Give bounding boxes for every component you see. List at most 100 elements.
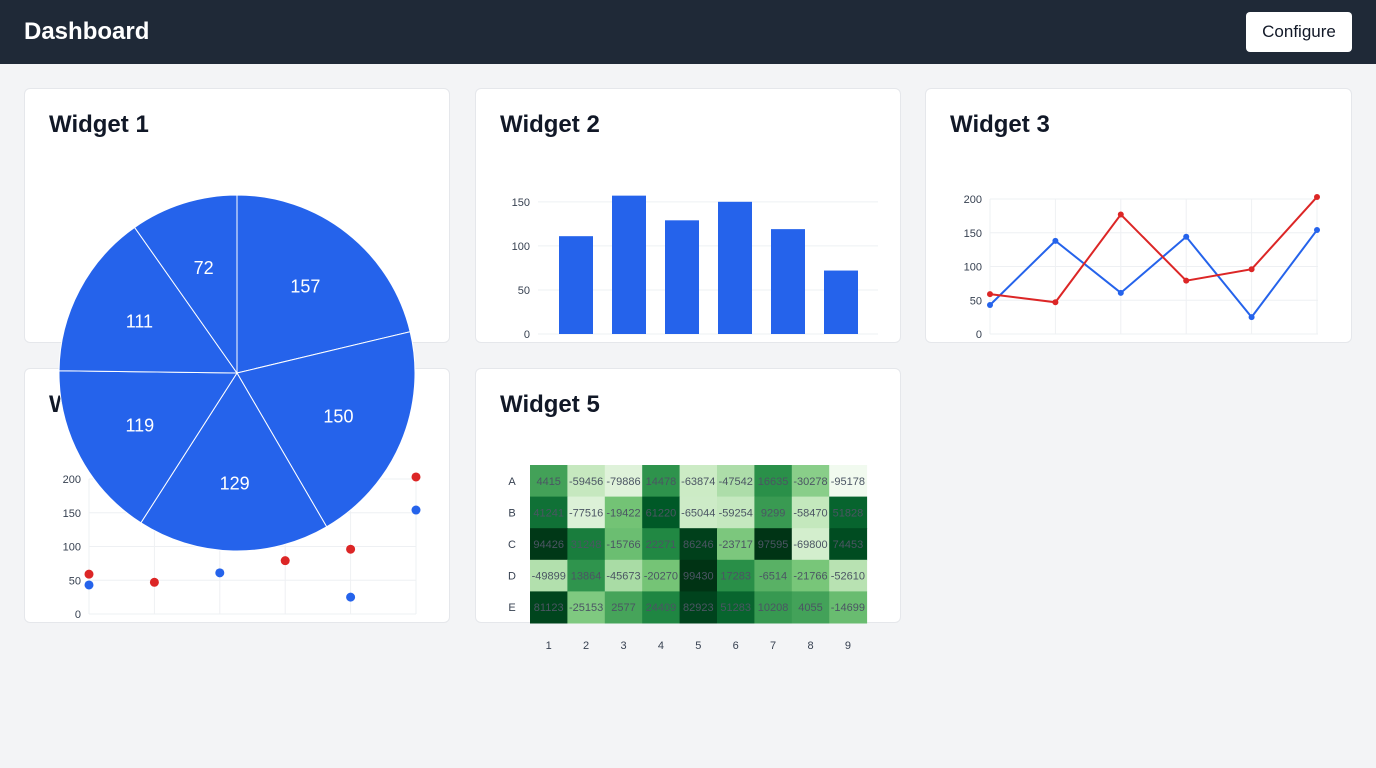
widget-card-4: Widget 4 050100150200JanFebMarAprMayJun — [24, 368, 450, 623]
cell-value: 61220 — [646, 507, 677, 519]
cell-value: 82923 — [683, 602, 714, 614]
y-tick-label: 200 — [964, 194, 982, 206]
y-tick-label: 0 — [524, 329, 530, 341]
cell-value: -14699 — [831, 602, 865, 614]
data-point — [1052, 237, 1059, 244]
cell-value: 51828 — [833, 507, 864, 519]
cell-value: 24409 — [646, 602, 677, 614]
cell-value: -95178 — [831, 476, 865, 488]
bar — [824, 270, 858, 334]
cell-value: 22271 — [646, 539, 677, 551]
data-point — [346, 592, 356, 602]
row-label: E — [508, 602, 515, 614]
col-label: 2 — [583, 640, 589, 652]
y-tick-label: 50 — [970, 295, 982, 307]
series-line — [989, 196, 1318, 304]
cell-value: 51283 — [720, 602, 751, 614]
cell-value: 81123 — [534, 602, 564, 614]
cell-value: -6514 — [759, 571, 787, 583]
data-point — [84, 569, 94, 579]
cell-value: -47542 — [719, 476, 753, 488]
cell-value: -65044 — [681, 507, 715, 519]
data-point — [987, 291, 993, 298]
data-point — [1248, 266, 1255, 273]
cell-value: -63874 — [681, 476, 715, 488]
row-label: A — [508, 476, 516, 488]
data-point — [84, 580, 94, 590]
cell-value: -52610 — [831, 571, 865, 583]
col-label: 9 — [845, 640, 851, 652]
cell-value: 4055 — [798, 602, 822, 614]
cell-value: -20270 — [644, 571, 678, 583]
configure-button[interactable]: Configure — [1246, 12, 1352, 52]
bar — [559, 236, 593, 334]
data-point — [280, 512, 290, 522]
cell-value: -19422 — [606, 507, 640, 519]
col-label: 5 — [695, 640, 701, 652]
cell-value: -25153 — [569, 602, 603, 614]
cell-value: -15766 — [606, 539, 640, 551]
widget-card-3: Widget 3 050100150200JanFebMarAprMayJun — [925, 88, 1352, 343]
cell-value: -21766 — [793, 571, 827, 583]
data-point — [149, 577, 159, 587]
widget-card-5: Widget 5 A 4415 -59456 -79886 14478 -63874 -47… — [475, 368, 901, 652]
data-point — [1314, 227, 1320, 234]
data-point — [1248, 314, 1255, 321]
cell-value: 4415 — [536, 476, 560, 488]
cell-value: -59456 — [569, 476, 603, 488]
cell-value: 14478 — [646, 476, 677, 488]
cell-value: -49899 — [532, 571, 566, 583]
data-point — [149, 516, 159, 526]
y-tick-label: 150 — [63, 508, 81, 520]
cell-value: 41241 — [533, 507, 564, 519]
col-label: 1 — [546, 640, 552, 652]
y-tick-label: 0 — [75, 609, 81, 621]
data-point — [215, 568, 225, 578]
y-tick-label: 100 — [964, 262, 982, 274]
data-point — [411, 472, 421, 482]
y-tick-label: 150 — [964, 228, 982, 240]
series-line — [989, 229, 1318, 319]
bar-chart: 050100150JanFebMarAprMayJun — [512, 195, 878, 341]
data-point — [411, 505, 421, 515]
data-point — [987, 301, 993, 308]
y-tick-label: 50 — [518, 285, 530, 297]
row-label: D — [508, 571, 516, 583]
cell-value: -58470 — [793, 507, 827, 519]
bar — [771, 229, 805, 334]
cell-value: -59254 — [719, 507, 753, 519]
data-point — [1117, 211, 1124, 218]
data-point — [215, 490, 225, 500]
cell-value: 13864 — [571, 571, 602, 583]
cell-value: 10208 — [758, 602, 789, 614]
cell-value: -45673 — [606, 571, 640, 583]
top-bar: Dashboard Configure — [0, 0, 1376, 64]
col-label: 6 — [733, 640, 739, 652]
cell-value: 97595 — [758, 539, 789, 551]
widget-card-1: Widget 1 — [24, 88, 450, 343]
y-tick-label: 50 — [69, 575, 81, 587]
col-label: 3 — [620, 640, 626, 652]
cell-value: -79886 — [606, 476, 640, 488]
cell-value: 31248 — [571, 539, 602, 551]
data-point — [1314, 193, 1320, 200]
y-tick-label: 100 — [63, 542, 81, 554]
col-label: 8 — [807, 640, 813, 652]
widget-card-2: Widget 2 050100150JanFebMarAprMayJun — [475, 88, 901, 343]
row-label: C — [508, 539, 516, 551]
row-label: B — [508, 507, 515, 519]
cell-value: 2577 — [611, 602, 635, 614]
y-tick-label: 200 — [63, 474, 81, 486]
cell-value: -23717 — [719, 539, 753, 551]
cell-value: 74453 — [833, 539, 864, 551]
y-tick-label: 0 — [976, 329, 982, 341]
page-title: Dashboard — [24, 18, 150, 45]
bar — [718, 201, 752, 334]
cell-value: -77516 — [569, 507, 603, 519]
data-point — [1183, 233, 1190, 240]
cell-value: -30278 — [793, 476, 827, 488]
cell-value: 17283 — [720, 571, 751, 583]
cell-value: 99430 — [683, 571, 714, 583]
cell-value: 16635 — [758, 476, 789, 488]
bar — [665, 220, 699, 334]
